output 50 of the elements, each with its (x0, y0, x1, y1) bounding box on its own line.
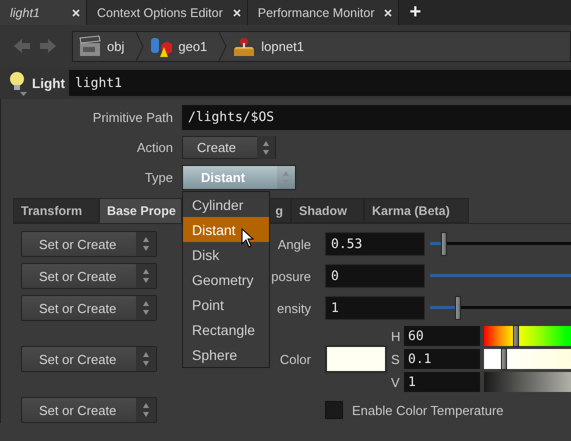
channel-field[interactable]: 60 (404, 326, 480, 346)
set-or-create-dropdown[interactable]: Set or Create (21, 397, 157, 423)
path-crumb[interactable]: lopnet1 (227, 32, 316, 60)
add-tab-button[interactable]: + (399, 0, 432, 25)
set-or-create-dropdown[interactable]: Set or Create (21, 263, 157, 289)
channel-field[interactable]: 1 (404, 372, 480, 392)
parameter-label: Angle (278, 236, 311, 252)
channel-field[interactable]: 0.1 (404, 349, 480, 369)
menu-item[interactable]: Rectangle (183, 317, 269, 342)
parameter-label: posure (271, 268, 311, 284)
pane-tab[interactable]: light1 (0, 0, 87, 25)
menu-item[interactable]: Disk (183, 242, 269, 267)
node-name-field[interactable]: light1 (69, 70, 571, 96)
field-label: Type (144, 170, 173, 185)
channel-label: H (391, 328, 402, 344)
crumb-label: lopnet1 (261, 38, 304, 54)
value-field[interactable]: 0.53 (325, 232, 425, 256)
tab-label: light1 (10, 6, 40, 20)
crumb-label: geo1 (178, 38, 208, 54)
path-crumb[interactable]: geo1 (144, 32, 220, 60)
pane-tab[interactable]: Context Options Editor (87, 0, 248, 25)
parameter-label: ensity (277, 300, 311, 316)
parameter-tab[interactable]: Transform (13, 198, 99, 223)
parameter-tab[interactable]: Shadow (291, 198, 364, 223)
channel-label: S (391, 352, 401, 366)
set-or-create-dropdown[interactable]: Set or Create (21, 346, 157, 372)
crumb-label: obj (107, 38, 124, 54)
value-field[interactable]: 1 (325, 296, 425, 320)
parameter-label: Color (280, 352, 311, 366)
field-label: Action (136, 140, 173, 155)
menu-item[interactable]: Geometry (183, 267, 269, 292)
path-crumb[interactable]: obj (73, 32, 136, 60)
set-or-create-dropdown[interactable]: Set or Create (21, 295, 157, 321)
menu-item[interactable]: Distant (183, 217, 269, 242)
checkbox-label: Enable Color Temperature (352, 402, 504, 418)
action-dropdown[interactable]: Create (182, 136, 276, 159)
channel-label: V (391, 374, 401, 390)
value-field[interactable]: 0 (325, 264, 425, 288)
tab-label: Context Options Editor (97, 6, 223, 20)
primitive-path-field[interactable]: /lights/$OS (182, 105, 571, 130)
menu-item[interactable]: Point (183, 292, 269, 317)
menu-item[interactable]: Cylinder (183, 192, 269, 217)
field-label: Primitive Path (92, 110, 173, 125)
parameter-tab[interactable]: Karma (Beta) (364, 198, 469, 223)
parameter-tab[interactable]: Base Prope (99, 198, 182, 223)
node-type-label: Light (32, 76, 65, 90)
menu-item[interactable]: Sphere (183, 342, 269, 367)
pane-tab[interactable]: Performance Monitor (248, 0, 400, 25)
tab-label: Performance Monitor (258, 6, 374, 20)
set-or-create-dropdown[interactable]: Set or Create (21, 231, 157, 257)
